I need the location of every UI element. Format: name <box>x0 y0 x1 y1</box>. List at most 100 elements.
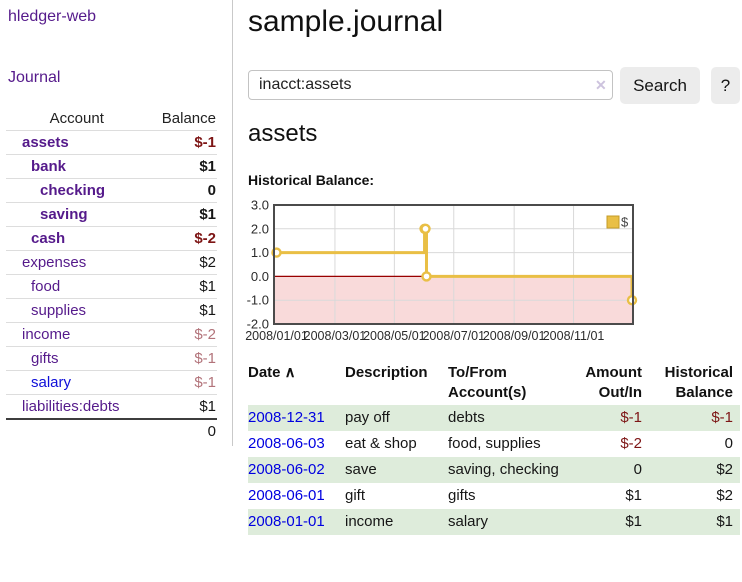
register-accounts: food, supplies <box>448 431 560 457</box>
register-amount: $-1 <box>560 405 642 431</box>
y-tick-label: 0.0 <box>251 269 269 284</box>
account-balance: $-2 <box>148 227 217 251</box>
register-description: save <box>345 457 448 483</box>
accounts-header-account: Account <box>6 107 148 131</box>
sidebar-account-link[interactable]: bank <box>31 158 66 175</box>
register-amount: $1 <box>560 509 642 535</box>
account-balance: $-1 <box>148 347 217 371</box>
register-balance: $2 <box>642 457 740 483</box>
sidebar-account-link[interactable]: supplies <box>31 302 86 319</box>
register-balance: 0 <box>642 431 740 457</box>
register-description: income <box>345 509 448 535</box>
register-balance: $-1 <box>642 405 740 431</box>
register-header-row: Date ∧DescriptionTo/From Account(s)Amoun… <box>248 361 740 405</box>
sidebar-account-link[interactable]: income <box>22 326 70 343</box>
x-tick-label: 2008/05/01 <box>363 329 426 343</box>
register-row: 2008-06-03eat & shopfood, supplies$-20 <box>248 431 740 457</box>
register-amount: $1 <box>560 483 642 509</box>
sidebar-account-link[interactable]: liabilities:debts <box>22 398 120 415</box>
register-amount: 0 <box>560 457 642 483</box>
accounts-header-row: Account Balance <box>6 107 217 131</box>
app-brand-link[interactable]: hledger-web <box>8 8 96 26</box>
sort-ascending-icon: ∧ <box>281 364 296 381</box>
account-row: income $-2 <box>6 323 217 347</box>
register-description: pay off <box>345 405 448 431</box>
register-table: Date ∧DescriptionTo/From Account(s)Amoun… <box>248 361 740 535</box>
x-tick-label: 2008/01/01 <box>245 329 308 343</box>
register-row: 2008-06-01 giftgifts$1$2 <box>248 483 740 509</box>
sidebar-account-link[interactable]: food <box>31 278 60 295</box>
sidebar-account-link[interactable]: assets <box>22 134 69 151</box>
account-row: saving $1 <box>6 203 217 227</box>
account-row: bank $1 <box>6 155 217 179</box>
transaction-date-link[interactable]: 2008-12-31 <box>248 409 325 426</box>
register-accounts: gifts <box>448 483 560 509</box>
account-balance: $1 <box>148 155 217 179</box>
register-amount: $-2 <box>560 431 642 457</box>
transaction-date-link[interactable]: 2008-06-03 <box>248 435 325 452</box>
register-row: 2008-01-01incomesalary$1$1 <box>248 509 740 535</box>
accounts-total-row: 0 <box>6 419 217 443</box>
register-row: 2008-06-02 savesaving, checking0$2 <box>248 457 740 483</box>
accounts-header-balance: Balance <box>148 107 217 131</box>
accounts-total-value: 0 <box>148 419 217 443</box>
account-row: cash $-2 <box>6 227 217 251</box>
transaction-date-link[interactable]: 2008-01-01 <box>248 513 325 530</box>
transaction-date-link[interactable]: 2008-06-01 <box>248 487 325 504</box>
sidebar-item-journal[interactable]: Journal <box>8 69 60 87</box>
sidebar-account-link[interactable]: saving <box>40 206 88 223</box>
x-tick-label: 2008/09/01 <box>483 329 546 343</box>
sidebar-account-link[interactable]: gifts <box>31 350 59 367</box>
register-balance: $1 <box>642 509 740 535</box>
sidebar-account-link[interactable]: checking <box>40 182 105 199</box>
sidebar: hledger-web Journal Account Balance asse… <box>0 0 233 446</box>
register-header-to-from-account-s-: To/From Account(s) <box>448 361 560 405</box>
register-header-date[interactable]: Date ∧ <box>248 361 345 405</box>
account-heading: assets <box>248 120 317 148</box>
account-balance: $1 <box>148 275 217 299</box>
account-row: salary $-1 <box>6 371 217 395</box>
search-input[interactable] <box>248 70 613 100</box>
register-accounts: salary <box>448 509 560 535</box>
account-balance: $-1 <box>148 371 217 395</box>
account-row: food $1 <box>6 275 217 299</box>
x-tick-label: 2008/03/01 <box>304 329 367 343</box>
register-date: 2008-06-01 <box>248 483 345 509</box>
register-header-amount-out-in: Amount Out/In <box>560 361 642 405</box>
transaction-date-link[interactable]: 2008-06-02 <box>248 461 325 478</box>
register-date: 2008-12-31 <box>248 405 345 431</box>
account-balance: 0 <box>148 179 217 203</box>
help-button[interactable]: ? <box>711 67 740 104</box>
register-balance: $2 <box>642 483 740 509</box>
historical-balance-chart: 3.02.01.00.0-1.0-2.02008/01/012008/03/01… <box>240 198 642 350</box>
account-row: expenses$2 <box>6 251 217 275</box>
sidebar-account-link[interactable]: expenses <box>22 254 86 271</box>
account-balance: $-2 <box>148 323 217 347</box>
accounts-table: Account Balance assets $-1 bank $1 checking 0… <box>6 107 217 443</box>
legend-label: $ <box>621 215 629 230</box>
account-balance: $1 <box>148 395 217 420</box>
account-row: assets $-1 <box>6 131 217 155</box>
account-balance: $1 <box>148 203 217 227</box>
clear-search-icon[interactable]: ✕ <box>595 78 607 92</box>
chart-point <box>422 225 430 233</box>
account-balance: $1 <box>148 299 217 323</box>
x-tick-label: 2008/11/01 <box>543 329 605 343</box>
register-accounts: saving, checking <box>448 457 560 483</box>
y-tick-label: 3.0 <box>251 198 269 213</box>
sidebar-account-link[interactable]: cash <box>31 230 65 247</box>
register-row: 2008-12-31pay offdebts$-1$-1 <box>248 405 740 431</box>
chart-title-label: Historical Balance: <box>248 172 374 188</box>
sidebar-account-link[interactable]: salary <box>31 374 71 391</box>
search-button[interactable]: Search <box>620 67 700 104</box>
register-description: gift <box>345 483 448 509</box>
account-row: supplies $1 <box>6 299 217 323</box>
chart-point <box>422 272 430 280</box>
legend-swatch <box>607 216 619 228</box>
register-date: 2008-06-03 <box>248 431 345 457</box>
register-header-description: Description <box>345 361 448 405</box>
register-accounts: debts <box>448 405 560 431</box>
register-date: 2008-06-02 <box>248 457 345 483</box>
page-title: sample.journal <box>248 5 443 39</box>
account-balance: $-1 <box>148 131 217 155</box>
